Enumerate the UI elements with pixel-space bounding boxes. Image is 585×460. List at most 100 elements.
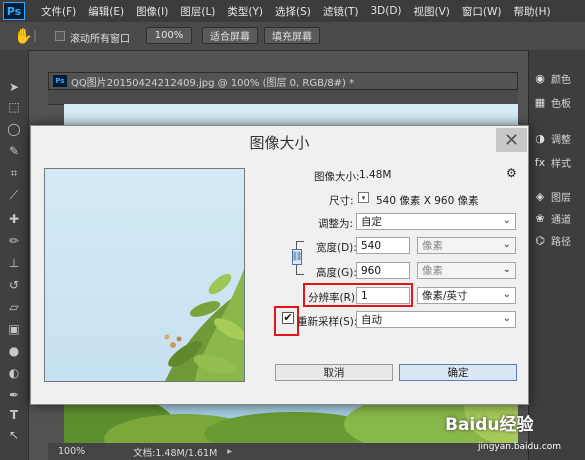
image-size-value: 1.48M bbox=[359, 169, 392, 181]
fit-to-select[interactable]: 自定 ⌄ bbox=[356, 213, 516, 230]
resample-highlight-box bbox=[274, 306, 299, 336]
scroll-all-label: 滚动所有窗口 bbox=[70, 34, 130, 45]
type-tool-icon[interactable]: T bbox=[5, 406, 23, 424]
cancel-button[interactable]: 取消 bbox=[275, 364, 393, 381]
chevron-down-icon: ⌄ bbox=[502, 313, 511, 324]
resolution-unit-select[interactable]: 像素/英寸 ⌄ bbox=[417, 287, 516, 304]
status-arrow-icon[interactable]: ▸ bbox=[227, 446, 232, 457]
preview-leaves bbox=[164, 269, 244, 381]
document-title: QQ图片20150424212409.jpg @ 100% (图层 0, RGB… bbox=[71, 77, 355, 89]
dodge-tool-icon[interactable]: ◐ bbox=[5, 364, 23, 382]
width-unit-value: 像素 bbox=[422, 240, 443, 252]
resample-value: 自动 bbox=[361, 314, 382, 326]
options-bar: ✋ 滚动所有窗口 100% 适合屏幕 填充屏幕 bbox=[0, 22, 585, 51]
close-icon[interactable]: ✕ bbox=[496, 128, 527, 152]
swatches-panel-icon: ▦ bbox=[534, 95, 546, 109]
panel-layers-label: 图层 bbox=[551, 192, 571, 204]
eraser-tool-icon[interactable]: ▱ bbox=[5, 298, 23, 316]
zoom-100-button[interactable]: 100% bbox=[146, 27, 192, 44]
menu-select[interactable]: 选择(S) bbox=[275, 4, 311, 19]
fit-to-label: 调整为: bbox=[318, 218, 354, 230]
marquee-tool-icon[interactable]: ⬚ bbox=[5, 98, 23, 116]
move-tool-icon[interactable]: ➤ bbox=[5, 78, 23, 96]
panel-styles-label: 样式 bbox=[551, 158, 571, 170]
chevron-down-icon: ⌄ bbox=[502, 289, 511, 300]
document-tab[interactable]: Ps QQ图片20150424212409.jpg @ 100% (图层 0, … bbox=[48, 72, 518, 90]
panel-dock: ◉ 颜色 ▦ 色板 ◑ 调整 fx 样式 ◈ 图层 ❀ 通道 ⌬ 路径 bbox=[528, 50, 585, 460]
watermark-brand: Baidu经验 bbox=[445, 415, 534, 435]
resolution-highlight-box bbox=[303, 283, 413, 307]
height-unit-select[interactable]: 像素 ⌄ bbox=[417, 262, 516, 279]
chevron-down-icon: ⌄ bbox=[502, 215, 511, 226]
healing-tool-icon[interactable]: ✚ bbox=[5, 210, 23, 228]
quick-select-tool-icon[interactable]: ✎ bbox=[5, 142, 23, 160]
menu-help[interactable]: 帮助(H) bbox=[514, 4, 551, 19]
constrain-link-icon[interactable]: ⛓ bbox=[291, 249, 303, 265]
status-bar: 100% 文档:1.48M/1.61M ▸ bbox=[48, 443, 528, 460]
menu-image[interactable]: 图像(I) bbox=[136, 4, 168, 19]
resolution-unit-value: 像素/英寸 bbox=[422, 290, 468, 302]
adjustments-panel-icon: ◑ bbox=[535, 131, 545, 145]
menu-filter[interactable]: 滤镜(T) bbox=[323, 4, 359, 19]
panel-swatches[interactable]: ▦ 色板 bbox=[533, 92, 585, 112]
height-label: 高度(G): bbox=[316, 267, 357, 279]
menu-edit[interactable]: 编辑(E) bbox=[88, 4, 124, 19]
dimensions-value: 540 像素 X 960 像素 bbox=[376, 195, 479, 207]
lasso-tool-icon[interactable]: ◯ bbox=[5, 120, 23, 138]
panel-color[interactable]: ◉ 颜色 bbox=[533, 68, 585, 88]
menu-window[interactable]: 窗口(W) bbox=[462, 4, 502, 19]
photoshop-logo: Ps bbox=[3, 2, 25, 20]
height-unit-value: 像素 bbox=[422, 265, 443, 277]
panel-paths-label: 路径 bbox=[551, 236, 571, 248]
panel-paths[interactable]: ⌬ 路径 bbox=[533, 230, 585, 250]
history-brush-icon[interactable]: ↺ bbox=[5, 276, 23, 294]
brush-tool-icon[interactable]: ✏ bbox=[5, 232, 23, 250]
layers-panel-icon: ◈ bbox=[535, 189, 545, 203]
chevron-down-icon: ⌄ bbox=[502, 239, 511, 250]
fit-to-value: 自定 bbox=[361, 216, 382, 228]
menu-3d[interactable]: 3D(D) bbox=[370, 5, 401, 17]
chevron-down-icon: ⌄ bbox=[502, 264, 511, 275]
channels-panel-icon: ❀ bbox=[535, 211, 545, 225]
horizontal-ruler bbox=[48, 90, 518, 105]
image-preview[interactable] bbox=[44, 168, 245, 382]
resample-select[interactable]: 自动 ⌄ bbox=[356, 311, 516, 328]
height-input[interactable]: 960 bbox=[356, 262, 410, 279]
styles-panel-icon: fx bbox=[534, 155, 546, 169]
panel-layers[interactable]: ◈ 图层 bbox=[533, 186, 585, 206]
dialog-title: 图像大小 bbox=[249, 134, 310, 152]
stamp-tool-icon[interactable]: ⊥ bbox=[5, 254, 23, 272]
panel-styles[interactable]: fx 样式 bbox=[533, 152, 585, 172]
menu-layer[interactable]: 图层(L) bbox=[180, 4, 215, 19]
panel-channels[interactable]: ❀ 通道 bbox=[533, 208, 585, 228]
crop-tool-icon[interactable]: ⌗ bbox=[5, 164, 23, 182]
panel-swatches-label: 色板 bbox=[551, 98, 571, 110]
color-panel-icon: ◉ bbox=[535, 71, 545, 85]
settings-gear-icon[interactable]: ⚙ bbox=[506, 166, 517, 180]
fill-screen-button[interactable]: 填充屏幕 bbox=[264, 27, 320, 44]
width-input[interactable]: 540 bbox=[356, 237, 410, 254]
panel-color-label: 颜色 bbox=[551, 74, 571, 86]
image-size-label: 图像大小: bbox=[314, 171, 360, 183]
panel-adjustments[interactable]: ◑ 调整 bbox=[533, 128, 585, 148]
image-size-dialog: 图像大小 ✕ 图像大小: 1.48M ⚙ 尺寸: ▾ 540 像素 X 960 … bbox=[30, 125, 529, 405]
gradient-tool-icon[interactable]: ▣ bbox=[5, 320, 23, 338]
menu-type[interactable]: 类型(Y) bbox=[227, 4, 263, 19]
panel-channels-label: 通道 bbox=[551, 214, 571, 226]
pen-tool-icon[interactable]: ✒ bbox=[5, 386, 23, 404]
resample-label: 重新采样(S): bbox=[297, 316, 358, 328]
ok-button[interactable]: 确定 bbox=[399, 364, 517, 381]
scroll-all-checkbox[interactable] bbox=[55, 31, 65, 41]
paths-panel-icon: ⌬ bbox=[535, 233, 545, 247]
menu-view[interactable]: 视图(V) bbox=[414, 4, 450, 19]
hand-tool-icon[interactable]: ✋ bbox=[14, 27, 33, 45]
menu-file[interactable]: 文件(F) bbox=[41, 4, 76, 19]
blur-tool-icon[interactable]: ● bbox=[5, 342, 23, 360]
divider bbox=[34, 30, 36, 42]
path-select-tool-icon[interactable]: ↖ bbox=[5, 426, 23, 444]
dimensions-dropdown-icon[interactable]: ▾ bbox=[358, 192, 369, 203]
fit-screen-button[interactable]: 适合屏幕 bbox=[202, 27, 258, 44]
width-label: 宽度(D): bbox=[316, 242, 357, 254]
eyedropper-tool-icon[interactable]: ⟋ bbox=[5, 186, 23, 204]
width-unit-select[interactable]: 像素 ⌄ bbox=[417, 237, 516, 254]
